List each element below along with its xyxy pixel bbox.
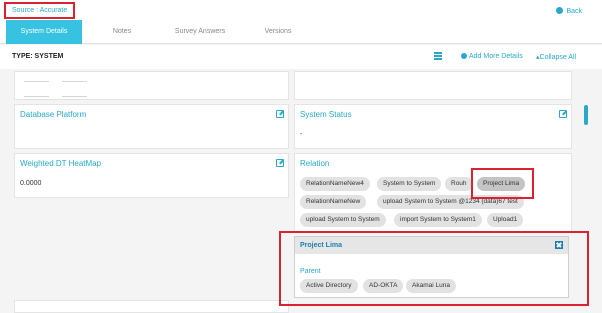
card-title: Relation: [300, 159, 330, 168]
tab-notes[interactable]: Notes: [96, 20, 148, 44]
scrollbar-thumb[interactable]: [584, 105, 588, 125]
relation-chip[interactable]: upload System to System: [300, 213, 386, 227]
card-next-left: [14, 300, 289, 313]
popup-highlight: [279, 231, 589, 306]
tab-system-details[interactable]: System Details: [6, 20, 82, 44]
back-arrow-icon: [556, 7, 564, 14]
plus-circle-icon: [461, 53, 467, 59]
back-label: Back: [566, 8, 582, 15]
relation-chip[interactable]: RelationNameNew: [300, 195, 367, 209]
back-link[interactable]: Back: [556, 7, 582, 15]
relation-chip-highlight: [471, 168, 534, 199]
card-value: -: [300, 131, 303, 138]
top-bar: Source : Accurate Back: [0, 0, 602, 20]
collapse-all-label: Collapse All: [539, 54, 577, 61]
field-underline: [24, 81, 49, 82]
tab-survey-answers[interactable]: Survey Answers: [162, 20, 238, 44]
relation-chip[interactable]: import System to System1: [394, 213, 482, 227]
relation-chip[interactable]: System to System: [377, 177, 442, 191]
card-previous-right: [294, 71, 572, 100]
type-bar: TYPE: SYSTEM Add More Details ▴Collapse …: [0, 45, 602, 69]
add-more-details-button[interactable]: Add More Details: [461, 53, 523, 60]
card-value: 0.0000: [20, 180, 42, 187]
add-more-details-label: Add More Details: [469, 53, 523, 60]
type-label: TYPE: SYSTEM: [12, 53, 64, 60]
tab-versions[interactable]: Versions: [252, 20, 304, 44]
collapse-all-button[interactable]: ▴Collapse All: [536, 53, 576, 61]
card-weighted-heatmap: Weighted DT HeatMap 0.0000: [14, 153, 289, 198]
field-underline: [62, 96, 87, 97]
relation-chip[interactable]: Rouh: [445, 177, 473, 191]
field-underline: [62, 81, 87, 82]
edit-icon[interactable]: [559, 110, 567, 118]
list-view-icon[interactable]: [434, 52, 442, 60]
card-previous-left: [14, 71, 289, 100]
card-title: Database Platform: [20, 110, 87, 119]
edit-icon[interactable]: [276, 110, 284, 118]
card-title: System Status: [300, 110, 352, 119]
relation-chip[interactable]: Upload1: [487, 213, 524, 227]
card-database-platform: Database Platform: [14, 104, 289, 149]
tab-bar: System Details Notes Survey Answers Vers…: [0, 20, 602, 44]
source-highlight: [4, 2, 75, 19]
edit-icon[interactable]: [276, 159, 284, 167]
field-underline: [24, 96, 49, 97]
relation-chip[interactable]: RelationNameNew4: [300, 177, 370, 191]
card-title: Weighted DT HeatMap: [20, 159, 102, 168]
card-system-status: System Status -: [294, 104, 572, 149]
